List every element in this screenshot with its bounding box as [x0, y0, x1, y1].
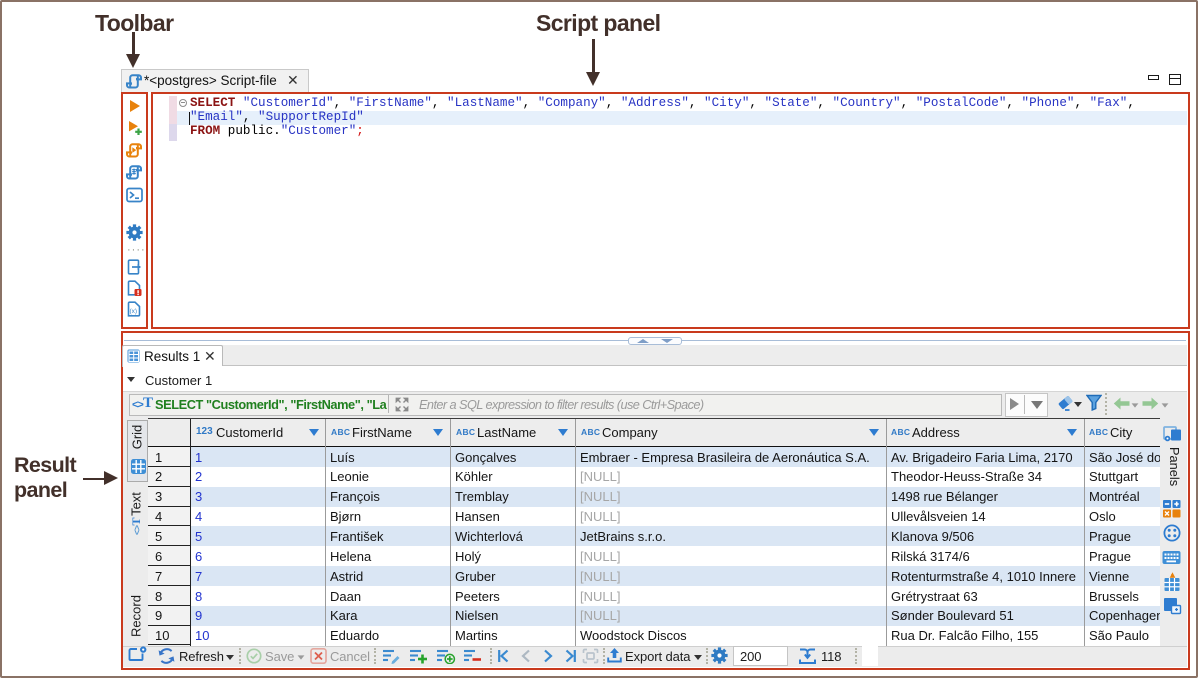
svg-text:(x): (x)	[130, 308, 138, 315]
